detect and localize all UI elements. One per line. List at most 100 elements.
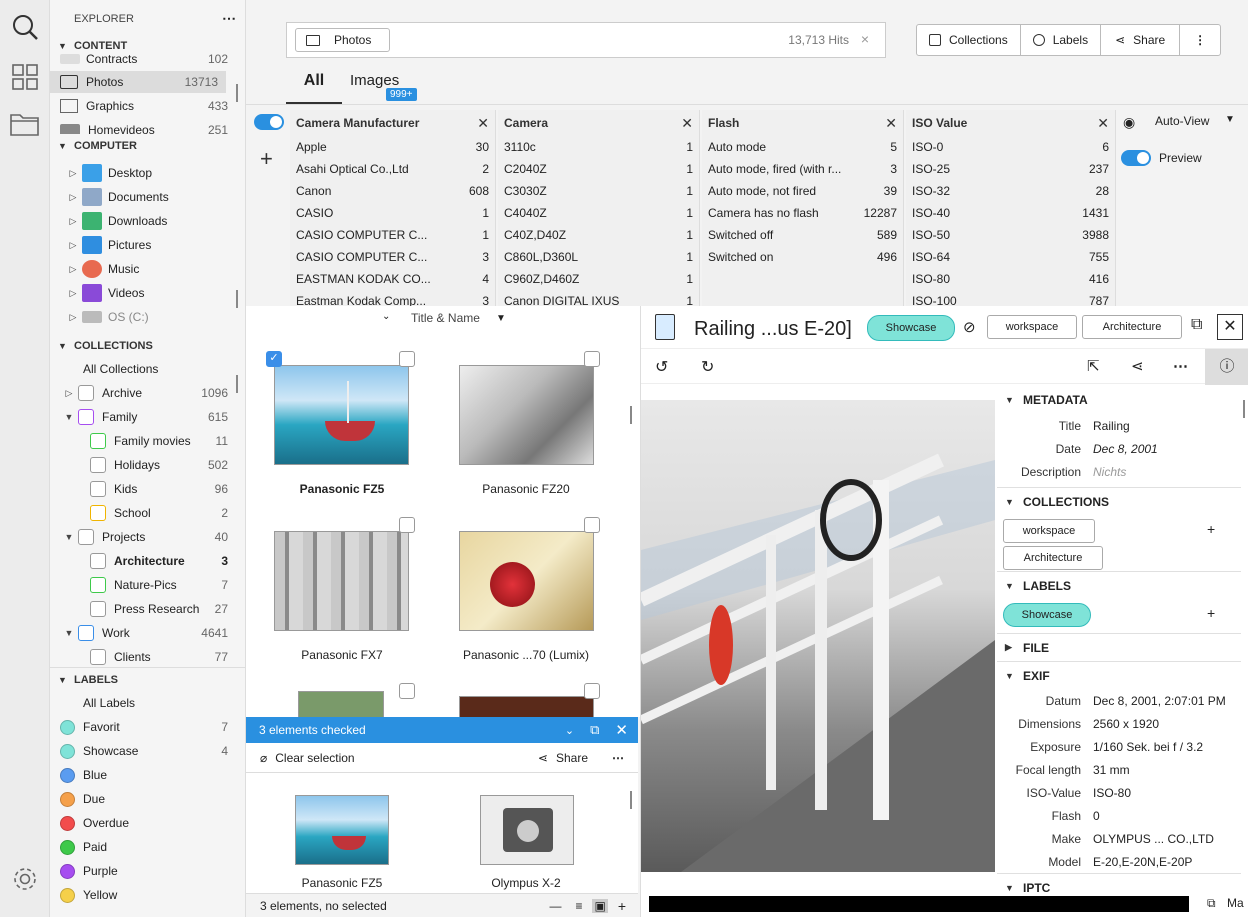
- collection-press-research[interactable]: Press Research 27: [50, 598, 236, 620]
- label-icon[interactable]: ⊘: [963, 318, 976, 336]
- search-scope-chip[interactable]: Photos: [295, 28, 391, 52]
- computer-item-music[interactable]: ▷ Music: [50, 258, 236, 280]
- checked-thumbnail[interactable]: [295, 795, 389, 865]
- metadata-section-header[interactable]: ▼ METADATA: [997, 386, 1241, 414]
- content-item-graphics[interactable]: Graphics 433: [50, 95, 236, 117]
- collections-section-header[interactable]: ▼ COLLECTIONS: [997, 487, 1241, 515]
- computer-section-header[interactable]: ▼ COMPUTER: [58, 140, 137, 152]
- thumbnail-fz5[interactable]: [274, 365, 409, 465]
- facet-value[interactable]: CASIO 1: [290, 202, 495, 224]
- detail-label-chip[interactable]: Showcase: [867, 315, 955, 341]
- more-menu-icon[interactable]: ⋮: [1180, 25, 1220, 55]
- copy-icon[interactable]: ⧉: [1207, 896, 1216, 911]
- title-value[interactable]: Railing: [1093, 419, 1130, 433]
- facet-value[interactable]: Switched off 589: [702, 224, 903, 246]
- thumbnail-checkbox[interactable]: [399, 683, 415, 699]
- facet-value[interactable]: C3030Z 1: [498, 180, 699, 202]
- explorer-more-icon[interactable]: ⋯: [222, 10, 236, 27]
- detail-collection-chip[interactable]: workspace: [987, 315, 1077, 339]
- add-facet-icon[interactable]: +: [260, 146, 273, 172]
- collection-holidays[interactable]: Holidays 502: [50, 454, 236, 476]
- search-icon[interactable]: [8, 10, 42, 44]
- grid-view-icon[interactable]: ▣: [592, 898, 608, 913]
- content-item-contracts[interactable]: Contracts 102: [50, 52, 236, 70]
- content-section-header[interactable]: ▼ CONTENT: [58, 40, 127, 52]
- close-detail-icon[interactable]: ✕: [1217, 314, 1243, 340]
- remove-facet-icon[interactable]: ✕: [477, 115, 489, 132]
- content-item-homevideos[interactable]: Homevideos 251: [50, 119, 236, 134]
- facet-value[interactable]: 3110c 1: [498, 136, 699, 158]
- facet-value[interactable]: ISO-25 237: [906, 158, 1115, 180]
- grid-icon[interactable]: [8, 60, 42, 94]
- zoom-in-icon[interactable]: +: [618, 898, 626, 914]
- sort-dropdown-icon[interactable]: ▼: [496, 313, 506, 324]
- thumbnail-fz20[interactable]: [459, 365, 594, 465]
- info-icon[interactable]: ⓘ: [1205, 349, 1248, 385]
- date-value[interactable]: Dec 8, 2001: [1093, 442, 1158, 456]
- computer-item-documents[interactable]: ▷ Documents: [50, 186, 236, 208]
- tab-all[interactable]: All: [286, 68, 342, 104]
- add-collection-icon[interactable]: +: [1207, 521, 1215, 537]
- thumbnail-checkbox[interactable]: [584, 683, 600, 699]
- facet-value[interactable]: ISO-80 416: [906, 268, 1115, 290]
- label-item-overdue[interactable]: Overdue: [50, 812, 236, 834]
- tab-images[interactable]: Images: [350, 72, 399, 89]
- search-bar[interactable]: Photos 13,713 Hits ×: [286, 22, 886, 58]
- facet-value[interactable]: ISO-50 3988: [906, 224, 1115, 246]
- facet-value[interactable]: C860L,D360L 1: [498, 246, 699, 268]
- file-section-header[interactable]: ▶ FILE: [997, 633, 1241, 661]
- label-item-yellow[interactable]: Yellow: [50, 884, 236, 906]
- autoview-select[interactable]: Auto-View: [1155, 114, 1209, 128]
- facet-value[interactable]: Apple 30: [290, 136, 495, 158]
- rotate-right-icon[interactable]: ↻: [701, 357, 714, 377]
- collapse-chevron-icon[interactable]: ⌄: [565, 724, 574, 737]
- labels-section-header[interactable]: ▼ LABELS: [997, 571, 1241, 599]
- collection-archive[interactable]: ▷ Archive 1096: [50, 382, 236, 404]
- collection-chip[interactable]: Architecture: [1003, 546, 1103, 570]
- facet-value[interactable]: CASIO COMPUTER C... 3: [290, 246, 495, 268]
- facet-value[interactable]: C40Z,D40Z 1: [498, 224, 699, 246]
- computer-item-downloads[interactable]: ▷ Downloads: [50, 210, 236, 232]
- collections-section-header[interactable]: ▼ COLLECTIONS: [58, 340, 153, 352]
- label-item-showcase[interactable]: Showcase 4: [50, 740, 236, 762]
- facet-value[interactable]: Switched on 496: [702, 246, 903, 268]
- description-value[interactable]: Nichts: [1093, 465, 1126, 479]
- facet-value[interactable]: Auto mode 5: [702, 136, 903, 158]
- facet-value[interactable]: CASIO COMPUTER C... 1: [290, 224, 495, 246]
- collection-family[interactable]: ▼ Family 615: [50, 406, 236, 428]
- collection-architecture[interactable]: Architecture 3: [50, 550, 236, 572]
- facet-value[interactable]: Asahi Optical Co.,Ltd 2: [290, 158, 495, 180]
- collection-family-movies[interactable]: Family movies 11: [50, 430, 236, 452]
- collection-projects[interactable]: ▼ Projects 40: [50, 526, 236, 548]
- all-collections-link[interactable]: All Collections: [50, 358, 236, 380]
- label-item-blue[interactable]: Blue: [50, 764, 236, 786]
- computer-item-videos[interactable]: ▷ Videos: [50, 282, 236, 304]
- collection-school[interactable]: School 2: [50, 502, 236, 524]
- remove-facet-icon[interactable]: ✕: [681, 115, 693, 132]
- share-icon[interactable]: ⋖: [1131, 357, 1144, 375]
- thumbnail-lumix-checkbox[interactable]: [584, 517, 600, 533]
- detail-more-icon[interactable]: ⋯: [1173, 357, 1188, 375]
- thumbnail-partial[interactable]: [298, 691, 384, 717]
- facet-value[interactable]: C960Z,D460Z 1: [498, 268, 699, 290]
- all-labels-link[interactable]: All Labels: [50, 692, 236, 714]
- facet-value[interactable]: Auto mode, fired (with r... 3: [702, 158, 903, 180]
- facet-value[interactable]: C4040Z 1: [498, 202, 699, 224]
- sort-select[interactable]: Title & Name: [411, 311, 480, 325]
- facets-toggle[interactable]: [254, 114, 284, 130]
- thumbnail-fz20-checkbox[interactable]: [399, 351, 415, 367]
- facet-value[interactable]: ISO-32 28: [906, 180, 1115, 202]
- share-button[interactable]: ⋖ Share: [1101, 25, 1181, 55]
- exif-section-header[interactable]: ▼ EXIF: [997, 661, 1241, 689]
- label-item-due[interactable]: Due: [50, 788, 236, 810]
- collection-work[interactable]: ▼ Work 4641: [50, 622, 236, 644]
- content-item-photos[interactable]: Photos 13713: [50, 71, 226, 93]
- label-chip[interactable]: Showcase: [1003, 603, 1091, 627]
- checked-thumbnail[interactable]: [480, 795, 574, 865]
- detail-collection-chip[interactable]: Architecture: [1082, 315, 1182, 339]
- eye-icon[interactable]: ◉: [1123, 114, 1135, 131]
- facet-value[interactable]: ISO-64 755: [906, 246, 1115, 268]
- thumbnail-fx7[interactable]: [274, 531, 409, 631]
- collection-nature-pics[interactable]: Nature-Pics 7: [50, 574, 236, 596]
- label-item-paid[interactable]: Paid: [50, 836, 236, 858]
